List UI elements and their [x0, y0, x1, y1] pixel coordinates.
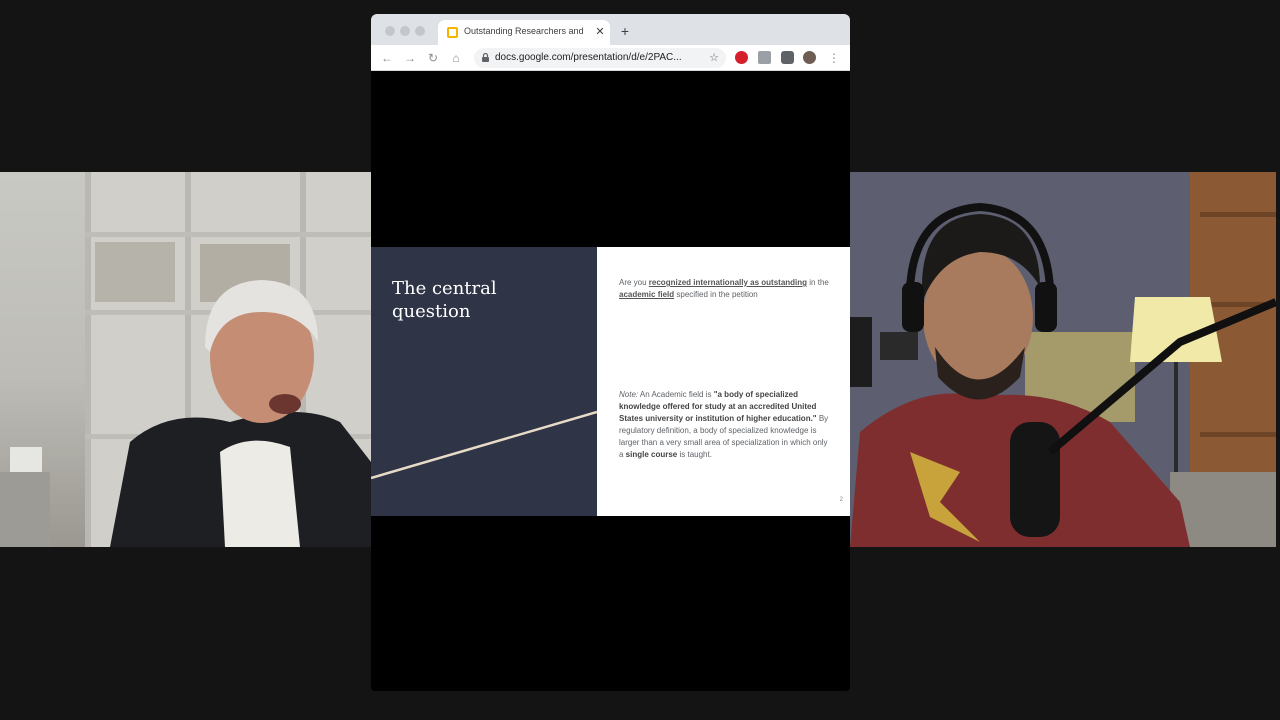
participant-video-right-frame [850, 172, 1276, 547]
menu-icon[interactable]: ⋮ [826, 49, 842, 67]
tab-title: Outstanding Researchers and [464, 26, 584, 36]
participant-video-left [0, 172, 371, 547]
slide-question-text: Are you recognized internationally as ou… [619, 277, 829, 301]
reload-icon[interactable]: ↻ [425, 49, 441, 67]
p1-emphasis-2: academic field [619, 290, 675, 299]
participant-video-right [850, 172, 1276, 547]
lock-icon [482, 53, 489, 62]
tab-presentation[interactable]: Outstanding Researchers and ✕ [438, 20, 610, 45]
p1-text-1: Are you [619, 278, 649, 287]
puzzle-icon[interactable] [781, 51, 794, 64]
p2-text-1: An Academic field is [638, 390, 714, 399]
note-label: Note: [619, 390, 639, 399]
forward-icon[interactable]: → [402, 49, 418, 67]
tab-close-icon[interactable]: ✕ [593, 24, 607, 40]
slide-note-text: Note: An Academic field is "a body of sp… [619, 389, 831, 461]
p1-emphasis-1: recognized internationally as outstandin… [648, 278, 808, 287]
url-text: docs.google.com/presentation/d/e/2PAC... [495, 52, 682, 63]
p2-emphasis-2: single course [625, 450, 678, 459]
bookmark-star-icon[interactable]: ☆ [706, 49, 722, 67]
p1-text-2: in the [807, 278, 829, 287]
p2-text-3: is taught. [677, 450, 712, 459]
translate-icon[interactable] [758, 51, 771, 64]
browser-window: Outstanding Researchers and ✕ + ← → ↻ ⌂ … [371, 14, 850, 691]
presentation-slide: The central question Are you recognized … [371, 247, 850, 516]
participant-video-left-frame [0, 172, 371, 547]
profile-avatar[interactable] [803, 51, 816, 64]
window-maximize-dot[interactable] [415, 26, 425, 36]
slide-page-number: 2 [839, 497, 843, 503]
new-tab-button[interactable]: + [617, 23, 633, 39]
slide-title-panel: The central question [371, 247, 597, 516]
window-minimize-dot[interactable] [400, 26, 410, 36]
browser-toolbar: ← → ↻ ⌂ docs.google.com/presentation/d/e… [371, 45, 850, 71]
slide-title: The central question [392, 278, 497, 322]
address-bar[interactable]: docs.google.com/presentation/d/e/2PAC...… [474, 48, 726, 68]
p1-text-3: specified in the petition [674, 290, 758, 299]
back-icon[interactable]: ← [379, 49, 395, 67]
slides-favicon-icon [447, 27, 458, 38]
tab-strip: Outstanding Researchers and ✕ + [371, 14, 850, 45]
home-icon[interactable]: ⌂ [448, 49, 464, 67]
opera-icon[interactable] [735, 51, 748, 64]
window-close-dot[interactable] [385, 26, 395, 36]
